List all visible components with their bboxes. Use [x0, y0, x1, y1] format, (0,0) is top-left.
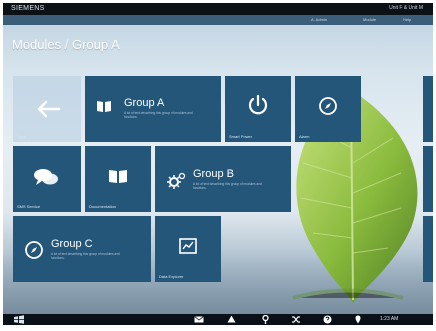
group-b-tile[interactable]: Group B A lot of text describing this gr…	[155, 146, 291, 212]
compass-icon	[25, 241, 43, 259]
edge-tile-1[interactable]	[423, 76, 433, 142]
group-b-title: Group B	[193, 168, 234, 180]
book-icon	[97, 101, 111, 112]
warning-icon[interactable]	[227, 315, 236, 323]
group-c-title: Group C	[51, 238, 93, 250]
group-c-description: A lot of text describing this group of m…	[51, 252, 120, 260]
book-icon	[109, 170, 127, 183]
gear-icon	[167, 172, 186, 189]
sms-service-tile[interactable]: SMS Service	[13, 146, 81, 212]
compass-icon	[319, 97, 337, 115]
group-a-description: A lot of text describing this group of m…	[124, 111, 193, 119]
edge-tile-2[interactable]	[423, 146, 433, 212]
top-bar: SIEMENS Unit F & Unit M	[3, 3, 433, 15]
sms-service-label: SMS Service	[17, 204, 41, 209]
group-a-tile[interactable]: Group A A lot of text describing this gr…	[85, 76, 221, 142]
arrow-left-icon	[37, 100, 61, 118]
header-right-text: Unit F & Unit M	[389, 5, 423, 11]
screen: SIEMENS Unit F & Unit M A. Admin Module …	[0, 0, 436, 331]
data-explorer-label: Data Explorer	[159, 274, 184, 279]
subbar-item-help[interactable]: Help	[403, 17, 411, 22]
taskbar: 1:23 AM	[3, 314, 433, 325]
mail-icon[interactable]	[194, 316, 204, 323]
documentation-label: Documentation	[89, 204, 116, 209]
documentation-tile[interactable]: Documentation	[85, 146, 151, 212]
smart-power-tile[interactable]: Smart Power	[225, 76, 291, 142]
group-a-title: Group A	[124, 97, 165, 109]
alarm-label: Alarm	[299, 134, 310, 139]
app-window: SIEMENS Unit F & Unit M A. Admin Module …	[3, 3, 433, 325]
page-title: Modules / Group A	[12, 37, 120, 52]
smart-power-label: Smart Power	[229, 134, 253, 139]
data-explorer-tile[interactable]: Data Explorer	[155, 216, 221, 282]
brand-logo: SIEMENS	[11, 5, 45, 12]
windows-icon[interactable]	[13, 315, 25, 324]
back-tile-label: Back	[17, 134, 26, 139]
back-tile[interactable]: Back	[13, 76, 81, 142]
alarm-tile[interactable]: Alarm	[295, 76, 361, 142]
power-icon	[248, 94, 268, 115]
group-b-description: A lot of text describing this group of m…	[193, 182, 262, 190]
pin-icon[interactable]	[262, 315, 269, 324]
edge-tile-3[interactable]	[423, 216, 433, 282]
subbar-item-admin[interactable]: A. Admin	[311, 17, 327, 22]
sub-bar: A. Admin Module Help	[3, 15, 433, 25]
clock: 1:23 AM	[380, 316, 399, 322]
chart-icon	[179, 238, 197, 254]
location-icon[interactable]	[355, 315, 361, 324]
chat-icon	[34, 169, 58, 185]
shuffle-icon[interactable]	[291, 315, 301, 324]
help-icon[interactable]	[323, 315, 332, 324]
subbar-item-module[interactable]: Module	[363, 17, 376, 22]
group-c-tile[interactable]: Group C A lot of text describing this gr…	[13, 216, 151, 282]
